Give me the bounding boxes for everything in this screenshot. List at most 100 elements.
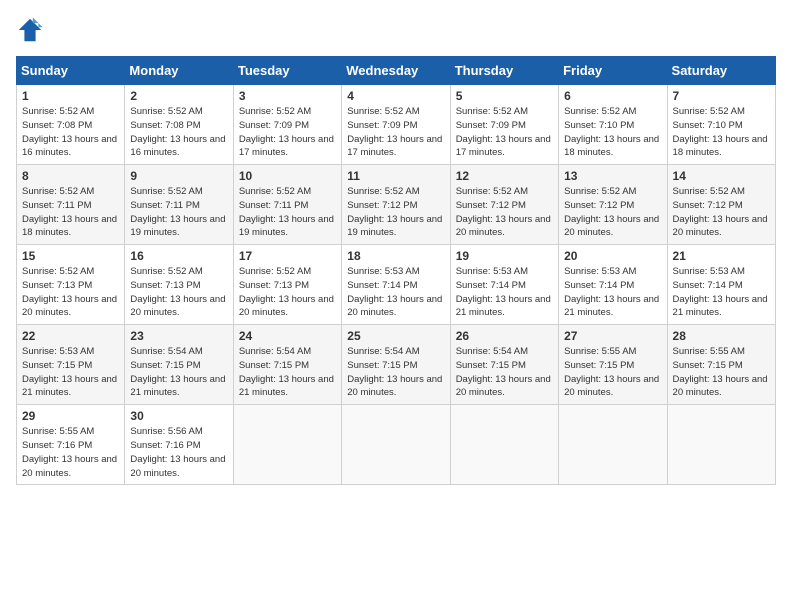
calendar-day-cell: 22 Sunrise: 5:53 AM Sunset: 7:15 PM Dayl… [17, 325, 125, 405]
day-number: 1 [22, 89, 119, 103]
day-number: 17 [239, 249, 336, 263]
day-number: 8 [22, 169, 119, 183]
day-number: 18 [347, 249, 444, 263]
day-info: Sunrise: 5:52 AM Sunset: 7:12 PM Dayligh… [456, 185, 553, 240]
calendar-day-cell [450, 405, 558, 485]
calendar-day-cell: 13 Sunrise: 5:52 AM Sunset: 7:12 PM Dayl… [559, 165, 667, 245]
calendar-day-cell: 27 Sunrise: 5:55 AM Sunset: 7:15 PM Dayl… [559, 325, 667, 405]
day-of-week-header: Monday [125, 57, 233, 85]
day-number: 23 [130, 329, 227, 343]
logo-icon [16, 16, 44, 44]
day-number: 4 [347, 89, 444, 103]
day-info: Sunrise: 5:52 AM Sunset: 7:08 PM Dayligh… [130, 105, 227, 160]
day-info: Sunrise: 5:52 AM Sunset: 7:08 PM Dayligh… [22, 105, 119, 160]
day-number: 10 [239, 169, 336, 183]
day-number: 9 [130, 169, 227, 183]
calendar-day-cell: 25 Sunrise: 5:54 AM Sunset: 7:15 PM Dayl… [342, 325, 450, 405]
calendar-day-cell: 24 Sunrise: 5:54 AM Sunset: 7:15 PM Dayl… [233, 325, 341, 405]
calendar-week-row: 29 Sunrise: 5:55 AM Sunset: 7:16 PM Dayl… [17, 405, 776, 485]
calendar-day-cell: 18 Sunrise: 5:53 AM Sunset: 7:14 PM Dayl… [342, 245, 450, 325]
calendar-day-cell: 26 Sunrise: 5:54 AM Sunset: 7:15 PM Dayl… [450, 325, 558, 405]
day-number: 6 [564, 89, 661, 103]
day-info: Sunrise: 5:52 AM Sunset: 7:13 PM Dayligh… [130, 265, 227, 320]
day-number: 11 [347, 169, 444, 183]
calendar-day-cell: 10 Sunrise: 5:52 AM Sunset: 7:11 PM Dayl… [233, 165, 341, 245]
day-info: Sunrise: 5:52 AM Sunset: 7:11 PM Dayligh… [22, 185, 119, 240]
calendar-week-row: 1 Sunrise: 5:52 AM Sunset: 7:08 PM Dayli… [17, 85, 776, 165]
day-number: 12 [456, 169, 553, 183]
day-info: Sunrise: 5:52 AM Sunset: 7:11 PM Dayligh… [130, 185, 227, 240]
day-info: Sunrise: 5:55 AM Sunset: 7:15 PM Dayligh… [564, 345, 661, 400]
day-info: Sunrise: 5:52 AM Sunset: 7:12 PM Dayligh… [564, 185, 661, 240]
day-number: 24 [239, 329, 336, 343]
day-number: 7 [673, 89, 770, 103]
day-number: 21 [673, 249, 770, 263]
calendar-day-cell: 6 Sunrise: 5:52 AM Sunset: 7:10 PM Dayli… [559, 85, 667, 165]
day-of-week-header: Friday [559, 57, 667, 85]
day-number: 20 [564, 249, 661, 263]
calendar-day-cell: 12 Sunrise: 5:52 AM Sunset: 7:12 PM Dayl… [450, 165, 558, 245]
calendar-week-row: 8 Sunrise: 5:52 AM Sunset: 7:11 PM Dayli… [17, 165, 776, 245]
calendar-day-cell [559, 405, 667, 485]
day-info: Sunrise: 5:56 AM Sunset: 7:16 PM Dayligh… [130, 425, 227, 480]
day-info: Sunrise: 5:52 AM Sunset: 7:09 PM Dayligh… [239, 105, 336, 160]
calendar-day-cell: 19 Sunrise: 5:53 AM Sunset: 7:14 PM Dayl… [450, 245, 558, 325]
calendar-day-cell: 14 Sunrise: 5:52 AM Sunset: 7:12 PM Dayl… [667, 165, 775, 245]
day-number: 5 [456, 89, 553, 103]
day-of-week-header: Saturday [667, 57, 775, 85]
calendar-day-cell: 23 Sunrise: 5:54 AM Sunset: 7:15 PM Dayl… [125, 325, 233, 405]
day-number: 14 [673, 169, 770, 183]
calendar-day-cell: 15 Sunrise: 5:52 AM Sunset: 7:13 PM Dayl… [17, 245, 125, 325]
day-number: 29 [22, 409, 119, 423]
calendar-week-row: 22 Sunrise: 5:53 AM Sunset: 7:15 PM Dayl… [17, 325, 776, 405]
day-info: Sunrise: 5:52 AM Sunset: 7:12 PM Dayligh… [347, 185, 444, 240]
day-info: Sunrise: 5:54 AM Sunset: 7:15 PM Dayligh… [347, 345, 444, 400]
day-info: Sunrise: 5:52 AM Sunset: 7:13 PM Dayligh… [22, 265, 119, 320]
day-number: 30 [130, 409, 227, 423]
day-number: 15 [22, 249, 119, 263]
calendar-day-cell: 2 Sunrise: 5:52 AM Sunset: 7:08 PM Dayli… [125, 85, 233, 165]
calendar-day-cell [667, 405, 775, 485]
calendar-day-cell: 7 Sunrise: 5:52 AM Sunset: 7:10 PM Dayli… [667, 85, 775, 165]
day-info: Sunrise: 5:54 AM Sunset: 7:15 PM Dayligh… [130, 345, 227, 400]
day-of-week-header: Thursday [450, 57, 558, 85]
calendar-day-cell: 29 Sunrise: 5:55 AM Sunset: 7:16 PM Dayl… [17, 405, 125, 485]
day-number: 25 [347, 329, 444, 343]
day-info: Sunrise: 5:53 AM Sunset: 7:14 PM Dayligh… [347, 265, 444, 320]
day-info: Sunrise: 5:53 AM Sunset: 7:14 PM Dayligh… [456, 265, 553, 320]
day-of-week-header: Tuesday [233, 57, 341, 85]
calendar-day-cell: 11 Sunrise: 5:52 AM Sunset: 7:12 PM Dayl… [342, 165, 450, 245]
logo [16, 16, 48, 44]
day-info: Sunrise: 5:55 AM Sunset: 7:16 PM Dayligh… [22, 425, 119, 480]
day-info: Sunrise: 5:52 AM Sunset: 7:13 PM Dayligh… [239, 265, 336, 320]
calendar-table: SundayMondayTuesdayWednesdayThursdayFrid… [16, 56, 776, 485]
calendar-day-cell: 1 Sunrise: 5:52 AM Sunset: 7:08 PM Dayli… [17, 85, 125, 165]
calendar-day-cell: 28 Sunrise: 5:55 AM Sunset: 7:15 PM Dayl… [667, 325, 775, 405]
calendar-week-row: 15 Sunrise: 5:52 AM Sunset: 7:13 PM Dayl… [17, 245, 776, 325]
calendar-day-cell [233, 405, 341, 485]
day-of-week-header: Sunday [17, 57, 125, 85]
day-number: 27 [564, 329, 661, 343]
day-number: 28 [673, 329, 770, 343]
day-info: Sunrise: 5:52 AM Sunset: 7:09 PM Dayligh… [456, 105, 553, 160]
day-info: Sunrise: 5:53 AM Sunset: 7:15 PM Dayligh… [22, 345, 119, 400]
day-of-week-header: Wednesday [342, 57, 450, 85]
calendar-day-cell: 8 Sunrise: 5:52 AM Sunset: 7:11 PM Dayli… [17, 165, 125, 245]
day-info: Sunrise: 5:52 AM Sunset: 7:10 PM Dayligh… [673, 105, 770, 160]
page-header [16, 16, 776, 44]
calendar-day-cell: 21 Sunrise: 5:53 AM Sunset: 7:14 PM Dayl… [667, 245, 775, 325]
calendar-day-cell: 9 Sunrise: 5:52 AM Sunset: 7:11 PM Dayli… [125, 165, 233, 245]
day-number: 2 [130, 89, 227, 103]
day-info: Sunrise: 5:52 AM Sunset: 7:09 PM Dayligh… [347, 105, 444, 160]
calendar-day-cell [342, 405, 450, 485]
day-info: Sunrise: 5:54 AM Sunset: 7:15 PM Dayligh… [456, 345, 553, 400]
calendar-day-cell: 5 Sunrise: 5:52 AM Sunset: 7:09 PM Dayli… [450, 85, 558, 165]
day-info: Sunrise: 5:55 AM Sunset: 7:15 PM Dayligh… [673, 345, 770, 400]
day-info: Sunrise: 5:52 AM Sunset: 7:12 PM Dayligh… [673, 185, 770, 240]
day-number: 3 [239, 89, 336, 103]
day-info: Sunrise: 5:52 AM Sunset: 7:10 PM Dayligh… [564, 105, 661, 160]
calendar-day-cell: 4 Sunrise: 5:52 AM Sunset: 7:09 PM Dayli… [342, 85, 450, 165]
day-info: Sunrise: 5:54 AM Sunset: 7:15 PM Dayligh… [239, 345, 336, 400]
calendar-day-cell: 3 Sunrise: 5:52 AM Sunset: 7:09 PM Dayli… [233, 85, 341, 165]
day-number: 22 [22, 329, 119, 343]
